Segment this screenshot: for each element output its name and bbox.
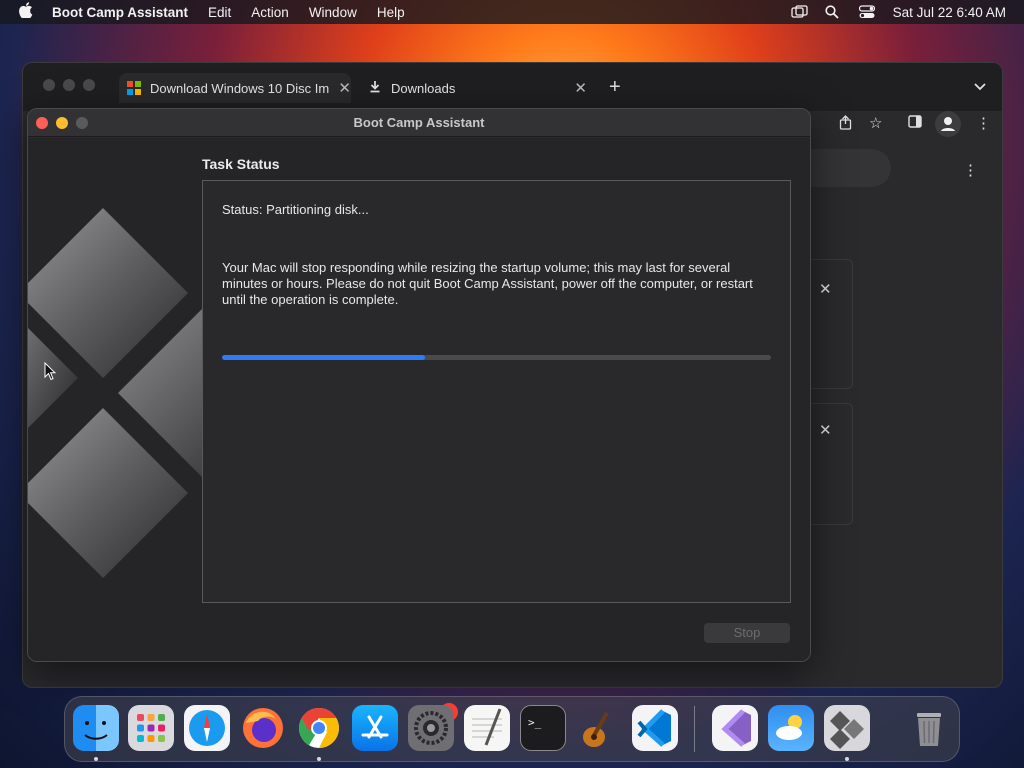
safari-icon[interactable] bbox=[184, 705, 230, 751]
finder-icon[interactable] bbox=[73, 705, 119, 751]
page-menu-icon[interactable]: ⋮ bbox=[963, 161, 978, 179]
boot-camp-window: Boot Camp Assistant Task Status Status: … bbox=[27, 108, 811, 662]
window-titlebar[interactable]: Boot Camp Assistant bbox=[28, 109, 810, 137]
tab-title: Downloads bbox=[391, 80, 456, 96]
download-card bbox=[811, 259, 853, 389]
stop-button[interactable]: Stop bbox=[704, 623, 790, 643]
terminal-icon[interactable]: >_ bbox=[520, 705, 566, 751]
download-icon bbox=[369, 80, 381, 96]
warning-message: Your Mac will stop responding while resi… bbox=[222, 260, 753, 307]
profile-avatar-icon[interactable] bbox=[935, 111, 961, 137]
search-box-fragment[interactable] bbox=[811, 149, 891, 187]
running-indicator bbox=[845, 757, 849, 761]
browser-window-controls bbox=[43, 78, 103, 96]
clock[interactable]: Sat Jul 22 6:40 AM bbox=[893, 5, 1006, 20]
side-panel-icon[interactable] bbox=[908, 115, 922, 132]
weather-icon[interactable] bbox=[768, 705, 814, 751]
system-settings-icon[interactable] bbox=[408, 705, 454, 751]
share-icon[interactable] bbox=[839, 115, 852, 134]
tab-downloads[interactable]: Downloads ✕ bbox=[361, 73, 587, 103]
spotlight-search-icon[interactable] bbox=[825, 5, 841, 19]
menu-bar: Boot Camp Assistant Edit Action Window H… bbox=[0, 0, 1024, 24]
task-status-heading: Task Status bbox=[202, 156, 280, 172]
bookmark-star-icon[interactable]: ☆ bbox=[869, 114, 882, 132]
control-center-icon[interactable] bbox=[858, 5, 875, 19]
svg-text:>_: >_ bbox=[528, 716, 542, 729]
window-title: Boot Camp Assistant bbox=[353, 115, 485, 130]
garageband-icon[interactable] bbox=[576, 705, 622, 751]
running-indicator bbox=[94, 757, 98, 761]
dock-separator bbox=[694, 706, 695, 752]
browser-menu-icon[interactable]: ⋮ bbox=[976, 114, 991, 132]
download-card bbox=[811, 403, 853, 525]
textedit-icon[interactable] bbox=[464, 705, 510, 751]
progress-bar bbox=[222, 355, 771, 360]
app-store-icon[interactable] bbox=[352, 705, 398, 751]
app-name[interactable]: Boot Camp Assistant bbox=[52, 5, 188, 20]
menu-window[interactable]: Window bbox=[309, 5, 357, 20]
tab-strip: Download Windows 10 Disc Im ✕ Downloads … bbox=[23, 63, 1002, 111]
running-indicator bbox=[317, 757, 321, 761]
boot-camp-assistant-icon[interactable] bbox=[824, 705, 870, 751]
chrome-icon[interactable] bbox=[296, 705, 342, 751]
new-tab-icon[interactable]: + bbox=[609, 76, 621, 99]
visual-studio-icon[interactable] bbox=[712, 705, 758, 751]
window-content: Task Status Status: Partitioning disk...… bbox=[28, 138, 810, 661]
vscode-icon[interactable] bbox=[632, 705, 678, 751]
windows-logo-icon bbox=[127, 81, 141, 95]
mouse-pointer-icon bbox=[44, 362, 56, 381]
tab-download-windows[interactable]: Download Windows 10 Disc Im ✕ bbox=[119, 73, 351, 103]
launchpad-icon[interactable] bbox=[128, 705, 174, 751]
tab-search-chevron-icon[interactable] bbox=[974, 78, 986, 95]
firefox-icon[interactable] bbox=[240, 705, 286, 751]
trash-icon[interactable] bbox=[906, 705, 952, 751]
status-panel: Status: Partitioning disk... Your Mac wi… bbox=[202, 180, 791, 603]
remove-download-icon[interactable]: ✕ bbox=[819, 421, 832, 439]
remove-download-icon[interactable]: ✕ bbox=[819, 280, 832, 298]
close-tab-icon[interactable]: ✕ bbox=[338, 79, 351, 97]
menu-action[interactable]: Action bbox=[251, 5, 289, 20]
status-text: Status: Partitioning disk... bbox=[222, 202, 369, 217]
menu-edit[interactable]: Edit bbox=[208, 5, 231, 20]
apple-menu-icon[interactable] bbox=[0, 1, 52, 23]
menu-help[interactable]: Help bbox=[377, 5, 405, 20]
screen-mirroring-icon[interactable] bbox=[791, 5, 808, 19]
tab-title: Download Windows 10 Disc Im bbox=[150, 80, 330, 96]
progress-fill bbox=[222, 355, 426, 360]
close-tab-icon[interactable]: ✕ bbox=[574, 79, 587, 97]
